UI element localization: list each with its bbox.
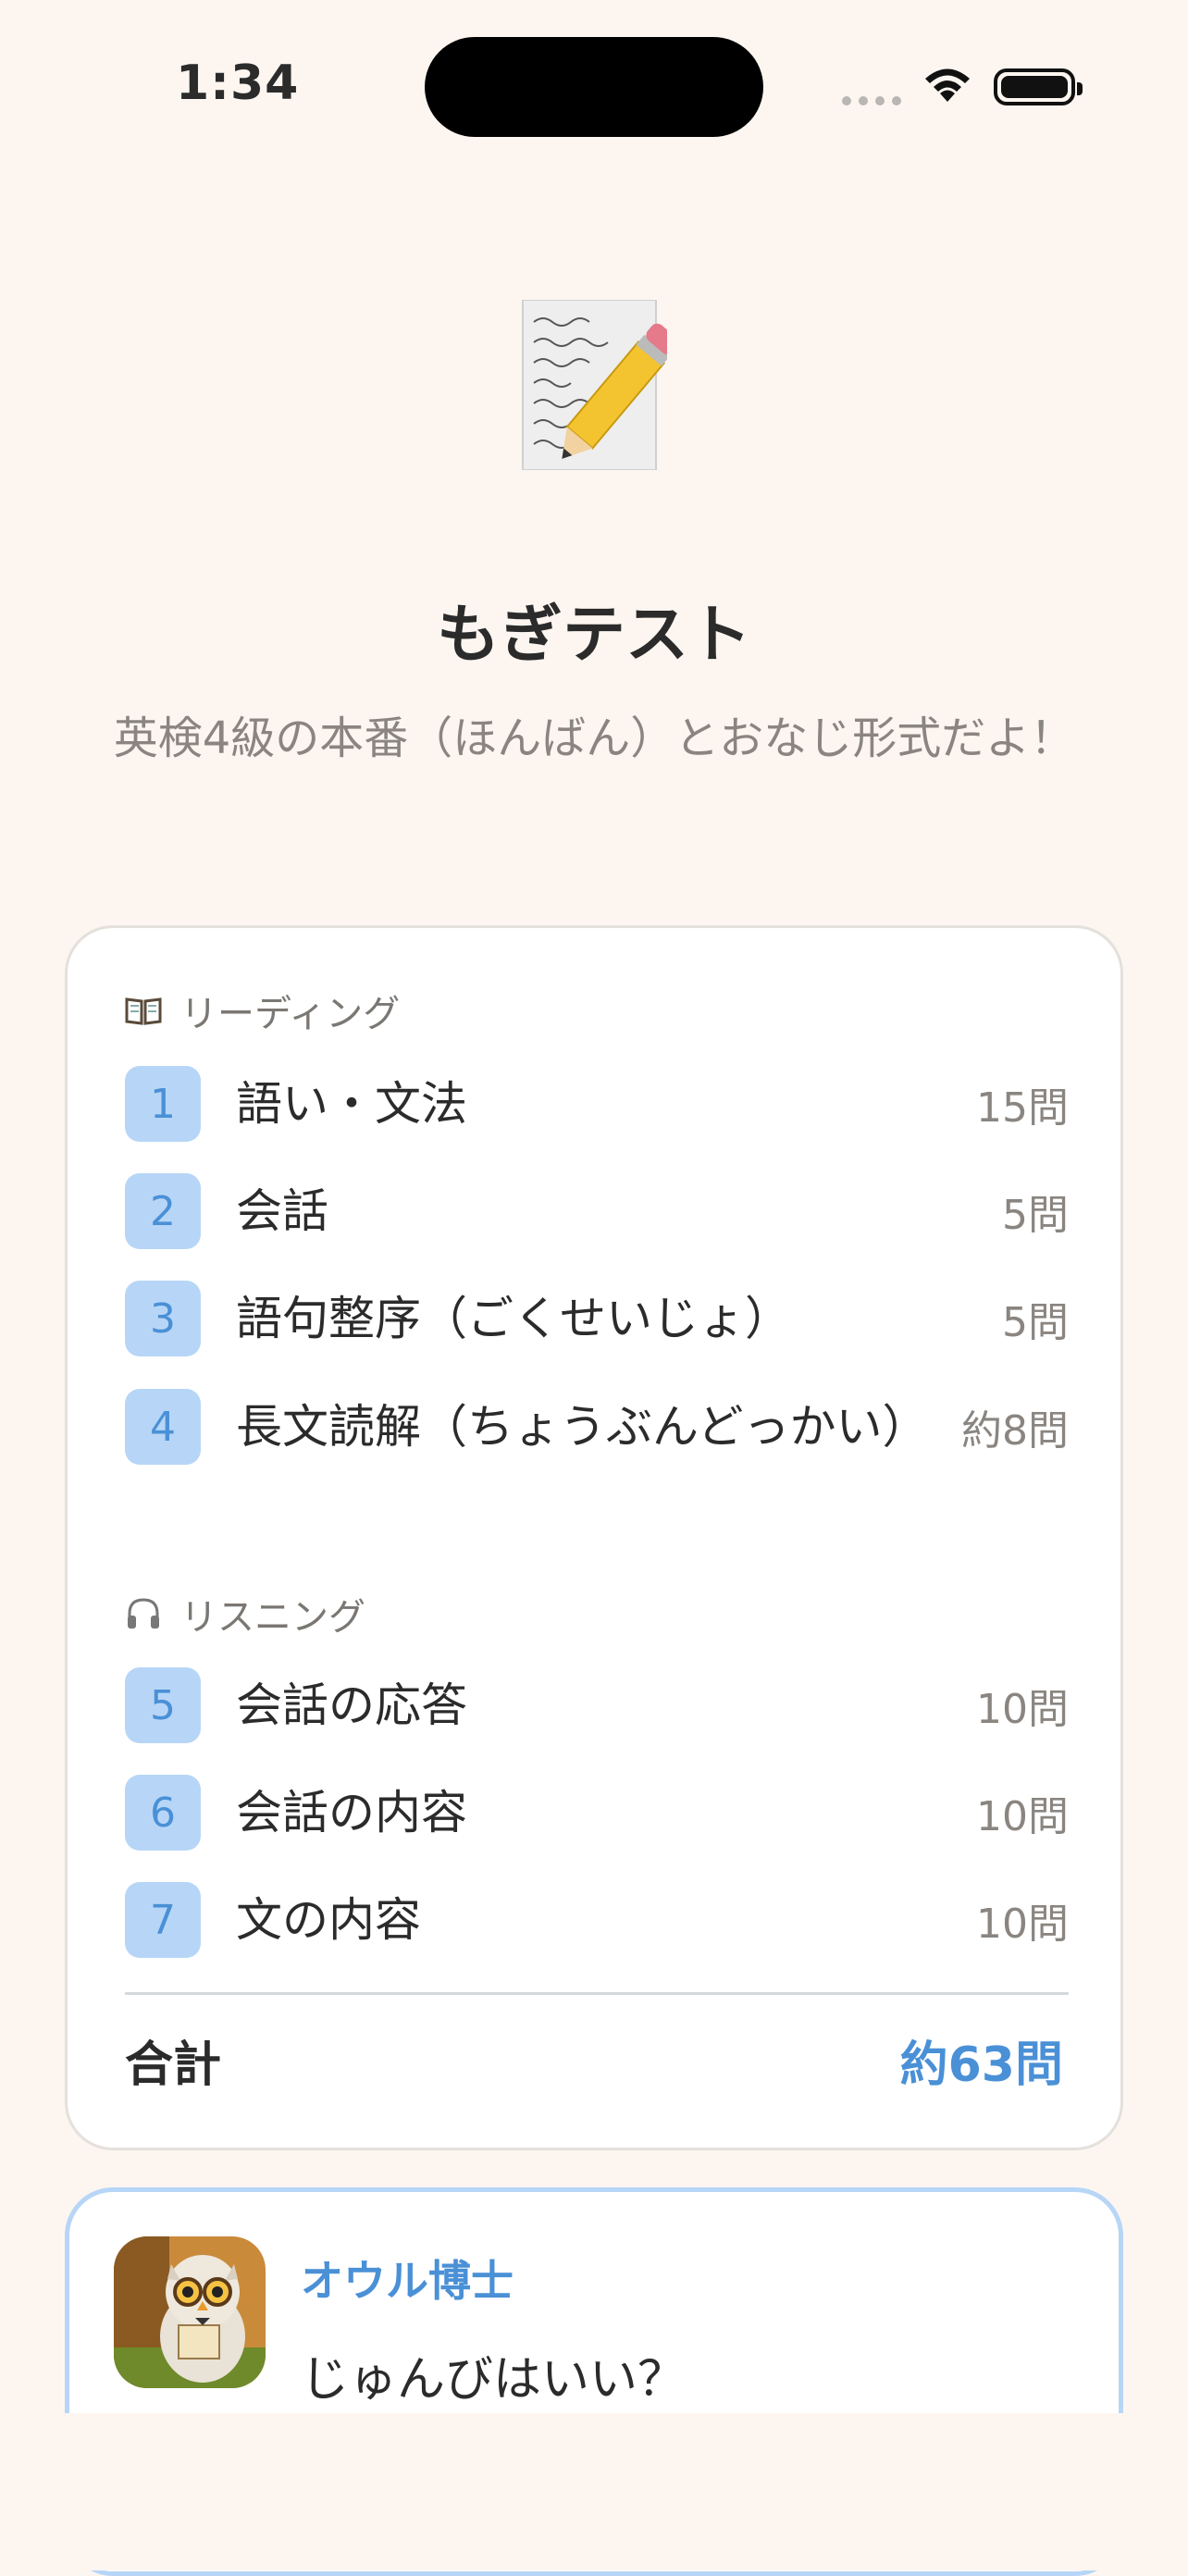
- item-number-badge: 5: [125, 1667, 201, 1743]
- cellular-signal-icon: [842, 96, 901, 105]
- battery-icon: [994, 68, 1083, 105]
- list-item: 4 長文読解（ちょうぶんどっかい） 約8問: [125, 1385, 1069, 1468]
- wifi-icon: [925, 68, 970, 102]
- item-number-badge: 2: [125, 1173, 201, 1249]
- item-number-badge: 7: [125, 1882, 201, 1958]
- item-label: 語い・文法: [236, 1077, 467, 1131]
- item-label: 文の内容: [236, 1893, 421, 1947]
- divider: [125, 1992, 1069, 1995]
- listening-section-label: リスニング: [180, 1596, 365, 1639]
- item-number-badge: 4: [125, 1389, 201, 1465]
- list-item: 5 会話の応答 10問: [125, 1664, 1069, 1747]
- item-label: 語句整序（ごくせいじょ）: [236, 1292, 791, 1345]
- headphones-icon: [128, 1598, 159, 1629]
- bottom-safe-area: [0, 2413, 1188, 2570]
- item-count: 10問: [976, 1686, 1069, 1733]
- list-item: 6 会話の内容 10問: [125, 1771, 1069, 1854]
- item-label: 会話: [236, 1184, 328, 1238]
- item-count: 10問: [976, 1793, 1069, 1840]
- owl-professor-avatar: [114, 2236, 266, 2388]
- item-number-badge: 3: [125, 1281, 201, 1356]
- status-time: 1:34: [176, 56, 300, 111]
- list-item: 7 文の内容 10問: [125, 1878, 1069, 1962]
- owl-message: じゅんびはいい？: [301, 2352, 687, 2408]
- total-label: 合計: [125, 2037, 222, 2093]
- item-count: 5問: [1002, 1299, 1069, 1346]
- item-count: 15問: [976, 1084, 1069, 1132]
- item-label: 長文読解（ちょうぶんどっかい）: [236, 1400, 929, 1454]
- item-number-badge: 6: [125, 1775, 201, 1851]
- reading-section-label: リーディング: [180, 993, 401, 1035]
- item-count: 約8問: [961, 1407, 1069, 1455]
- listening-section-header: リスニング: [125, 1587, 365, 1641]
- list-item: 3 語句整序（ごくせいじょ） 5問: [125, 1277, 1069, 1360]
- page-subtitle: 英検4級の本番（ほんばん）とおなじ形式だよ！: [113, 712, 1075, 764]
- open-book-icon: [125, 997, 162, 1025]
- memo-pencil-icon: [522, 300, 667, 470]
- reading-section-header: リーディング: [125, 984, 400, 1037]
- list-item: 2 会話 5問: [125, 1170, 1069, 1253]
- dynamic-island: [425, 37, 763, 137]
- item-number-badge: 1: [125, 1066, 201, 1142]
- item-label: 会話の内容: [236, 1786, 467, 1839]
- owl-name: オウル博士: [301, 2256, 514, 2306]
- total-value: 約63問: [899, 2037, 1063, 2093]
- item-count: 5問: [1002, 1192, 1069, 1239]
- test-outline-card: リーディング 1 語い・文法 15問 2 会話 5問 3 語句整序（ごくせいじょ…: [65, 925, 1123, 2150]
- item-label: 会話の応答: [236, 1678, 467, 1732]
- item-count: 10問: [976, 1901, 1069, 1948]
- list-item: 1 語い・文法 15問: [125, 1062, 1069, 1146]
- page-title: もぎテスト: [436, 599, 751, 672]
- status-bar: 1:34: [0, 0, 1188, 176]
